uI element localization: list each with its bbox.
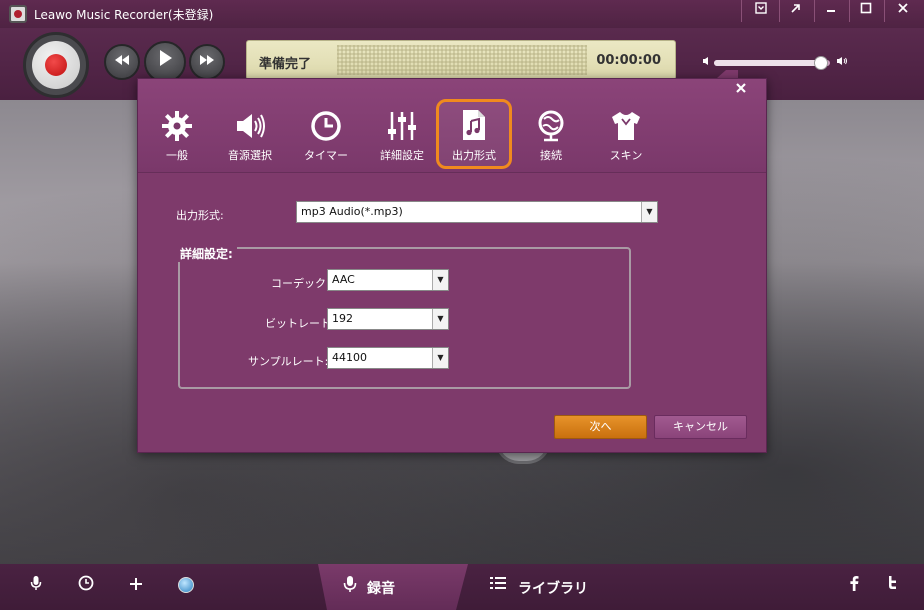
clock-icon	[288, 109, 364, 145]
music-file-icon	[439, 109, 509, 145]
codec-select[interactable]: AAC ▼	[327, 269, 449, 291]
record-microphone-icon	[343, 575, 357, 597]
record-button-face	[32, 41, 80, 89]
output-format-value: mp3 Audio(*.mp3)	[301, 205, 403, 218]
speaker-icon	[212, 109, 288, 145]
maximize-icon[interactable]	[849, 0, 883, 24]
record-dot-icon	[45, 54, 67, 76]
samplerate-value: 44100	[332, 351, 367, 364]
settings-dialog: 一般 音源選択 タイマー 詳細設定 出力形式 接続 スキン 出力形式: mp3 …	[137, 78, 767, 453]
bitrate-label: ビットレート:	[265, 317, 335, 330]
chevron-down-icon: ▼	[432, 309, 448, 329]
separator	[884, 0, 885, 22]
app-logo-icon	[9, 5, 27, 23]
chevron-down-icon: ▼	[432, 348, 448, 368]
tab-connection-label: 接続	[540, 149, 562, 162]
volume-high-icon	[836, 56, 848, 69]
shirt-icon	[588, 109, 664, 145]
bitrate-select[interactable]: 192 ▼	[327, 308, 449, 330]
bitrate-value: 192	[332, 312, 353, 325]
forward-button[interactable]	[189, 44, 225, 80]
time-display: 00:00:00	[596, 53, 661, 68]
sliders-icon	[364, 109, 440, 145]
status-display: 準備完了 00:00:00	[246, 40, 676, 80]
chevron-down-icon: ▼	[641, 202, 657, 222]
twitter-icon[interactable]	[881, 575, 903, 597]
codec-value: AAC	[332, 273, 355, 286]
globe-icon[interactable]	[178, 577, 194, 593]
tab-output-format-label: 出力形式	[452, 149, 496, 162]
menu-icon[interactable]	[744, 0, 778, 24]
chevron-down-icon: ▼	[432, 270, 448, 290]
samplerate-label: サンプルレート:	[248, 355, 329, 368]
gear-icon	[139, 109, 215, 145]
volume-low-icon	[702, 56, 712, 69]
tab-library-label[interactable]: ライブラリ	[518, 578, 588, 598]
volume-slider[interactable]	[714, 60, 830, 66]
display-pattern	[337, 45, 587, 75]
samplerate-select[interactable]: 44100 ▼	[327, 347, 449, 369]
tab-record-label[interactable]: 録音	[367, 578, 395, 598]
separator	[741, 0, 742, 22]
tab-skin[interactable]: スキン	[588, 109, 664, 171]
settings-tabbar: 一般 音源選択 タイマー 詳細設定 出力形式 接続 スキン	[138, 79, 766, 173]
tab-timer[interactable]: タイマー	[288, 109, 364, 171]
tab-audio-source-label: 音源選択	[228, 149, 272, 162]
cancel-button[interactable]: キャンセル	[654, 415, 747, 439]
minimize-icon[interactable]	[814, 0, 848, 24]
microphone-icon[interactable]	[25, 575, 47, 597]
app-window: Leawo Music Recorder(未登録) 準備完了 00:00:00 …	[0, 0, 924, 610]
title-bar: Leawo Music Recorder(未登録)	[0, 0, 924, 28]
tab-general[interactable]: 一般	[139, 109, 215, 171]
list-icon	[489, 575, 507, 595]
codec-label: コーデック:	[271, 277, 330, 290]
next-button[interactable]: 次へ	[554, 415, 647, 439]
network-icon	[513, 109, 589, 145]
tab-timer-label: タイマー	[304, 149, 348, 162]
tab-audio-source[interactable]: 音源選択	[212, 109, 288, 171]
advanced-settings-title: 詳細設定:	[176, 245, 237, 262]
facebook-icon[interactable]	[843, 575, 865, 597]
tab-output-format[interactable]: 出力形式	[436, 99, 512, 169]
close-icon[interactable]	[886, 0, 920, 24]
record-button[interactable]	[23, 32, 89, 98]
share-icon[interactable]	[779, 0, 813, 24]
status-text: 準備完了	[259, 57, 312, 72]
output-format-select[interactable]: mp3 Audio(*.mp3) ▼	[296, 201, 658, 223]
output-format-label: 出力形式:	[176, 209, 224, 222]
tab-advanced[interactable]: 詳細設定	[364, 109, 440, 171]
app-title: Leawo Music Recorder(未登録)	[34, 8, 214, 22]
tab-general-label: 一般	[166, 149, 188, 162]
clock-icon[interactable]	[75, 575, 97, 597]
add-icon[interactable]	[125, 575, 147, 597]
rewind-button[interactable]	[104, 44, 140, 80]
volume-fill	[714, 60, 821, 66]
play-button[interactable]	[144, 41, 186, 83]
dialog-close-icon[interactable]	[729, 78, 753, 100]
tab-advanced-label: 詳細設定	[380, 149, 424, 162]
volume-knob[interactable]	[813, 56, 828, 70]
tab-skin-label: スキン	[609, 149, 643, 162]
tab-connection[interactable]: 接続	[513, 109, 589, 171]
